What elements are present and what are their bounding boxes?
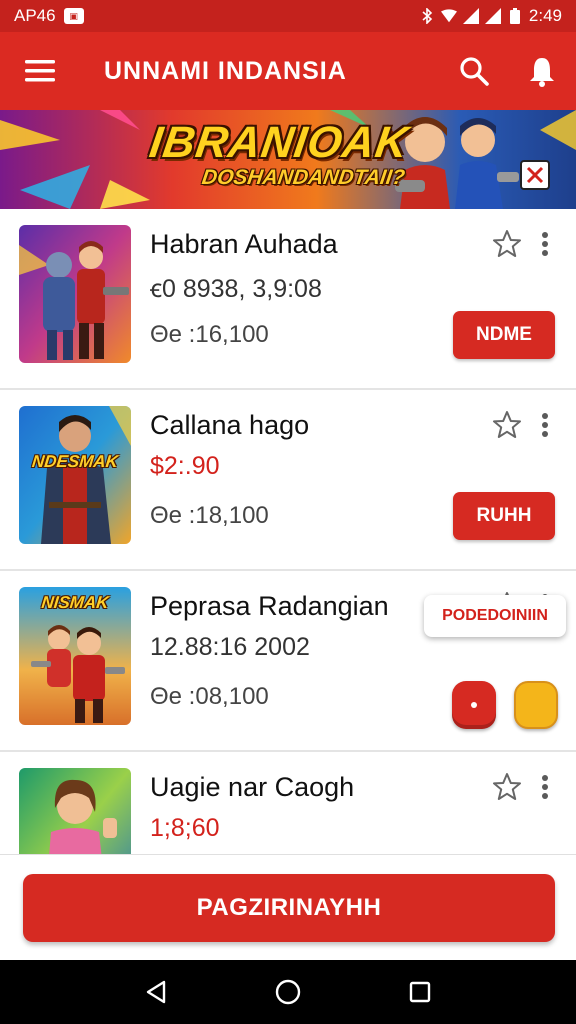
game-title[interactable]: Peprasa Radangian	[150, 591, 389, 622]
more-options-button[interactable]	[536, 772, 554, 802]
game-thumbnail[interactable]	[19, 225, 131, 363]
favorite-button[interactable]	[492, 229, 522, 259]
thumbnail-logo-text: NDESMAK	[31, 452, 120, 471]
back-triangle-icon	[146, 980, 166, 1004]
status-right: 2:49	[419, 6, 562, 26]
favorite-button[interactable]	[492, 410, 522, 440]
home-circle-icon	[275, 979, 301, 1005]
primary-cta-button[interactable]: PAGZIRINAYHH	[23, 874, 555, 942]
game-list: Habran Auhada ꞓ0 8938, 3,9:08 Θe :16,100…	[0, 209, 576, 854]
list-item[interactable]: Habran Auhada ꞓ0 8938, 3,9:08 Θe :16,100…	[0, 209, 576, 390]
list-item[interactable]: NDESMAK Callana hago $2:.90 Θe :18,100 R…	[0, 390, 576, 571]
carrier-label: AP46	[14, 6, 56, 25]
list-item[interactable]: Uagie nar Caogh 1;8;60	[0, 752, 576, 854]
menu-icon	[25, 60, 55, 82]
wifi-icon	[440, 8, 457, 24]
banner-title: IBRANIOAK	[146, 118, 412, 167]
more-vertical-icon	[542, 232, 548, 238]
notification-badge-icon: ▣	[63, 8, 84, 24]
floating-chip[interactable]: PODEDOINIIN	[424, 595, 566, 637]
red-action-button[interactable]	[452, 681, 496, 729]
battery-icon	[507, 8, 523, 24]
game-thumbnail-art	[19, 406, 131, 544]
bottom-action-area: PAGZIRINAYHH	[0, 854, 576, 960]
bluetooth-icon	[419, 8, 435, 24]
search-icon	[460, 57, 489, 86]
notifications-button[interactable]	[508, 32, 576, 110]
dot-icon	[471, 702, 477, 708]
more-vertical-icon	[542, 413, 548, 419]
game-thumbnail-art	[19, 768, 131, 854]
game-thumbnail[interactable]: NISMAK	[19, 587, 131, 725]
more-options-button[interactable]	[536, 410, 554, 440]
recents-button[interactable]	[400, 972, 440, 1012]
action-button[interactable]: RUHH	[453, 492, 555, 540]
thumbnail-logo-text: NISMAK	[40, 593, 110, 612]
game-thumbnail[interactable]: NDESMAK	[19, 406, 131, 544]
bell-icon	[530, 58, 554, 87]
search-button[interactable]	[440, 32, 508, 110]
game-meta: Θe :08,100	[150, 683, 269, 710]
app-bar: UNNAMI INDANSIA	[0, 32, 576, 110]
more-vertical-icon	[542, 775, 548, 781]
signal-icon-2	[484, 8, 501, 24]
recents-square-icon	[409, 981, 431, 1003]
game-title[interactable]: Uagie nar Caogh	[150, 772, 354, 803]
close-icon	[520, 160, 550, 190]
system-nav-bar	[0, 960, 576, 1024]
action-button[interactable]: NDME	[453, 311, 555, 359]
app-title: UNNAMI INDANSIA	[104, 56, 347, 85]
favorite-button[interactable]	[492, 772, 522, 802]
banner-close-button[interactable]	[520, 160, 550, 195]
game-title[interactable]: Callana hago	[150, 410, 309, 441]
game-meta: Θe :16,100	[150, 321, 269, 348]
yellow-action-button[interactable]	[514, 681, 558, 729]
status-bar: AP46 ▣ 2:49	[0, 0, 576, 32]
star-outline-icon	[493, 411, 521, 438]
menu-button[interactable]	[0, 32, 80, 110]
star-outline-icon	[493, 230, 521, 257]
game-subtitle: 12.88:16 2002	[150, 633, 310, 661]
promo-banner[interactable]: IBRANIOAK DOSHANDANDTAII?	[0, 110, 576, 209]
game-price: $2:.90	[150, 452, 220, 480]
status-time: 2:49	[528, 6, 562, 25]
game-subtitle: ꞓ0 8938, 3,9:08	[150, 275, 322, 303]
game-title[interactable]: Habran Auhada	[150, 229, 338, 260]
signal-icon	[462, 8, 479, 24]
back-button[interactable]	[136, 972, 176, 1012]
more-options-button[interactable]	[536, 229, 554, 259]
status-left: AP46 ▣	[14, 6, 84, 26]
banner-subtitle: DOSHANDANDTAII?	[200, 166, 407, 189]
game-price: 1;8;60	[150, 814, 220, 842]
game-meta: Θe :18,100	[150, 502, 269, 529]
star-outline-icon	[493, 773, 521, 800]
game-thumbnail-art	[19, 225, 131, 363]
game-thumbnail[interactable]	[19, 768, 131, 854]
home-button[interactable]	[268, 972, 308, 1012]
